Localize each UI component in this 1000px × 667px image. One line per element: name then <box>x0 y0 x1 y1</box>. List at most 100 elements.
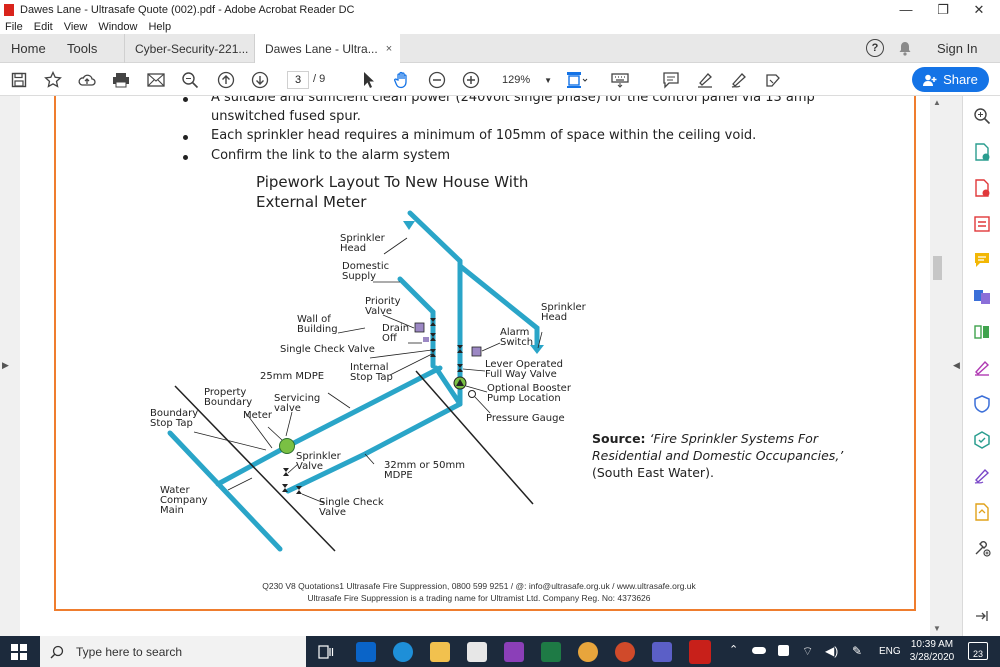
label-boundary-stop-tap: Boundary Stop Tap <box>150 408 199 429</box>
scroll-down-icon[interactable]: ▼ <box>933 624 941 633</box>
close-tab-icon[interactable]: × <box>386 43 392 55</box>
wifi-icon[interactable]: ⌔ <box>802 644 813 659</box>
tray-app-icon[interactable] <box>778 645 789 656</box>
left-pane-expand-icon[interactable]: ▶ <box>2 360 9 371</box>
label-alarm-switch: Alarm Switch <box>500 327 534 348</box>
scroll-up-icon[interactable]: ▲ <box>933 98 941 107</box>
pen-icon[interactable]: ✎ <box>852 644 862 658</box>
draw-pen-icon[interactable] <box>728 69 750 91</box>
task-view-icon[interactable] <box>318 645 334 662</box>
comment-icon[interactable] <box>660 69 682 91</box>
share-user-icon <box>923 74 937 86</box>
clock-time: 10:39 AM <box>910 639 954 650</box>
hand-tool-icon[interactable] <box>391 69 413 91</box>
search-icon[interactable] <box>179 69 201 91</box>
scroll-thumb[interactable] <box>933 256 942 280</box>
menu-bar: File Edit View Window Help <box>0 19 1000 34</box>
notification-bell-icon[interactable] <box>898 34 912 63</box>
document-viewport[interactable]: A suitable and sufficient clean power (2… <box>0 96 962 636</box>
menu-help[interactable]: Help <box>148 21 171 33</box>
acrobat-taskbar-icon[interactable] <box>689 640 711 664</box>
label-sprinkler-head-2: Sprinkler Head <box>541 302 586 323</box>
page-number-input[interactable]: 3 <box>287 71 309 89</box>
menu-edit[interactable]: Edit <box>34 21 53 33</box>
edge-taskbar-icon[interactable] <box>393 642 413 662</box>
zoom-level-dropdown[interactable]: 129% ▼ <box>488 71 553 89</box>
cloud-upload-icon[interactable] <box>76 69 98 91</box>
sign-in-link[interactable]: Sign In <box>937 34 977 63</box>
combine-files-icon[interactable] <box>972 286 992 306</box>
save-icon[interactable] <box>8 69 30 91</box>
organize-pages-icon[interactable] <box>972 322 992 342</box>
email-icon[interactable] <box>145 69 167 91</box>
tray-chevron-up-icon[interactable]: ⌃ <box>729 643 738 656</box>
footer-line-2: Ultrasafe Fire Suppression is a trading … <box>307 593 651 603</box>
taskbar-search-input[interactable]: Type here to search <box>40 636 306 667</box>
priority-valve-box <box>414 322 425 333</box>
volume-icon[interactable]: ◀) <box>825 644 838 658</box>
print-icon[interactable] <box>110 69 132 91</box>
teams-taskbar-icon[interactable] <box>652 642 672 662</box>
tab-tools[interactable]: Tools <box>67 34 97 63</box>
notification-center-icon[interactable]: 23 <box>968 642 988 660</box>
clock[interactable]: 10:39 AM 3/28/2020 <box>908 638 956 664</box>
optimize-pdf-icon[interactable] <box>972 430 992 450</box>
label-drain-off: Drain Off <box>382 323 410 344</box>
zoom-out-icon[interactable] <box>426 69 448 91</box>
protect-shield-icon[interactable] <box>972 394 992 414</box>
keyboard-icon[interactable] <box>609 69 631 91</box>
sprinkler-head-branch-1 <box>407 210 463 264</box>
fill-sign-tool-icon[interactable] <box>972 358 992 378</box>
tab-document-dawes-lane[interactable]: Dawes Lane - Ultra... × <box>254 34 400 64</box>
more-tools-icon[interactable] <box>972 538 992 558</box>
language-indicator[interactable]: ENG <box>879 646 901 657</box>
previous-page-icon[interactable] <box>215 69 237 91</box>
comment-tool-icon[interactable] <box>972 250 992 270</box>
request-signature-icon[interactable] <box>972 502 992 522</box>
windows-start-icon[interactable] <box>11 644 27 663</box>
maximize-button[interactable]: ❐ <box>926 0 960 19</box>
fill-sign-icon[interactable] <box>762 69 784 91</box>
notification-count: 23 <box>972 649 983 659</box>
close-window-button[interactable]: ✕ <box>962 0 996 19</box>
next-page-icon[interactable] <box>249 69 271 91</box>
file-explorer-taskbar-icon[interactable] <box>430 642 450 662</box>
onenote-taskbar-icon[interactable] <box>504 642 524 662</box>
label-mdpe-32: 32mm or 50mm MDPE <box>384 460 466 481</box>
powerpoint-taskbar-icon[interactable] <box>615 642 635 662</box>
alarm-switch-box <box>471 346 482 357</box>
edit-pdf-icon[interactable] <box>972 214 992 234</box>
send-signature-icon[interactable] <box>972 466 992 486</box>
export-pdf-icon[interactable] <box>972 142 992 162</box>
pane-collapse-arrow-icon[interactable]: ◀ <box>953 360 960 371</box>
zoom-in-icon[interactable] <box>460 69 482 91</box>
toolbar: 3 / 9 129% ▼ Share <box>0 63 1000 96</box>
bookmark-star-icon[interactable] <box>42 69 64 91</box>
label-priority-valve: Priority Valve <box>365 296 401 317</box>
excel-taskbar-icon[interactable] <box>541 642 561 662</box>
tab-document-cyber-security[interactable]: Cyber-Security-221... <box>124 34 254 63</box>
chrome-taskbar-icon[interactable] <box>578 642 598 662</box>
label-property-boundary: Property Boundary <box>204 387 253 408</box>
menu-window[interactable]: Window <box>98 21 137 33</box>
onedrive-icon[interactable] <box>752 647 766 654</box>
tab-home[interactable]: Home <box>11 34 46 63</box>
store-taskbar-icon[interactable] <box>467 642 487 662</box>
footer-line-1: Q230 V8 Quotations1 Ultrasafe Fire Suppr… <box>262 581 696 591</box>
menu-view[interactable]: View <box>64 21 88 33</box>
page-fit-icon[interactable] <box>566 69 588 91</box>
vertical-scrollbar[interactable]: ▲ ▼ <box>930 96 945 636</box>
help-icon[interactable]: ? <box>866 39 884 57</box>
share-button[interactable]: Share <box>912 67 989 92</box>
label-single-check-valve-2: Single Check Valve <box>319 497 384 518</box>
create-pdf-icon[interactable] <box>972 178 992 198</box>
select-cursor-icon[interactable] <box>358 69 380 91</box>
collapse-pane-icon[interactable] <box>972 606 992 626</box>
right-tools-pane: ◀ <box>953 96 1000 636</box>
highlight-pen-icon[interactable] <box>694 69 716 91</box>
chevron-down-icon: ▼ <box>544 75 553 85</box>
outlook-taskbar-icon[interactable] <box>356 642 376 662</box>
minimize-button[interactable]: — <box>889 0 923 19</box>
menu-file[interactable]: File <box>5 21 23 33</box>
zoom-search-icon[interactable] <box>972 106 992 126</box>
